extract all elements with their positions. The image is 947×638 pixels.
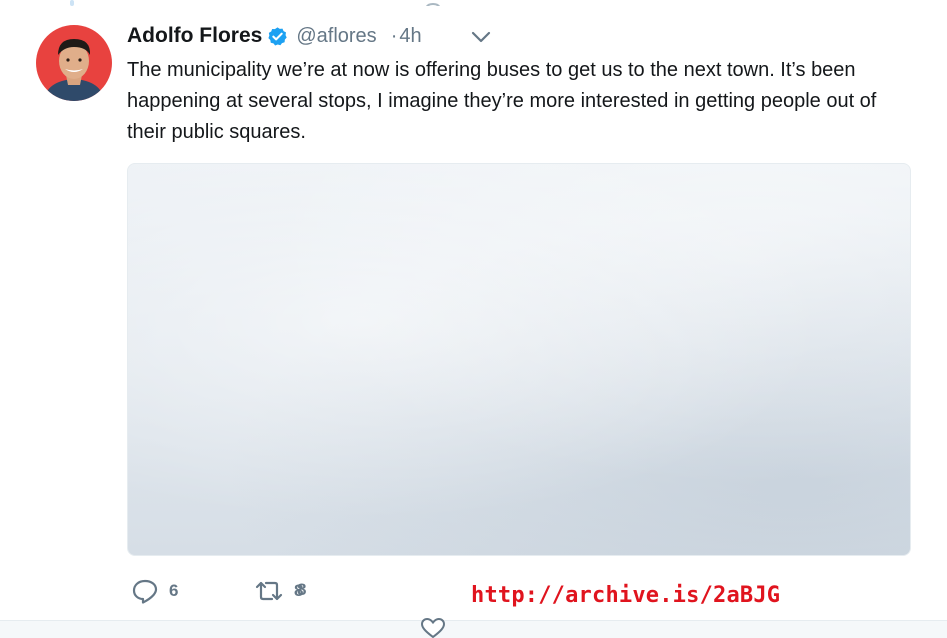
like-count: 8 (297, 580, 307, 599)
archive-link-overlay[interactable]: http://archive.is/2aBJG (471, 583, 780, 608)
retweet-icon (255, 581, 283, 601)
reply-count: 6 (169, 581, 179, 600)
previous-tweet-icon-peek (423, 0, 443, 6)
verified-badge-icon (267, 26, 288, 47)
media-sky-haze (128, 164, 910, 555)
tweet-text: The municipality we’re at now is offerin… (127, 59, 877, 143)
tweet-media-image[interactable] (127, 163, 911, 556)
reply-button[interactable]: 6 (131, 576, 178, 606)
header-separator: · (390, 24, 398, 47)
author-handle[interactable]: @aflores (296, 25, 376, 48)
reply-icon (132, 579, 158, 604)
author-name[interactable]: Adolfo Flores (127, 24, 262, 48)
thread-connector-line (70, 0, 74, 6)
heart-icon[interactable] (420, 617, 446, 638)
chevron-down-icon[interactable] (470, 28, 492, 46)
next-tweet-divider (0, 620, 947, 638)
tweet-timestamp[interactable]: 4h (399, 25, 421, 48)
author-avatar[interactable] (36, 25, 112, 101)
tweet-header: Adolfo Flores @aflores · 4h (127, 22, 422, 50)
